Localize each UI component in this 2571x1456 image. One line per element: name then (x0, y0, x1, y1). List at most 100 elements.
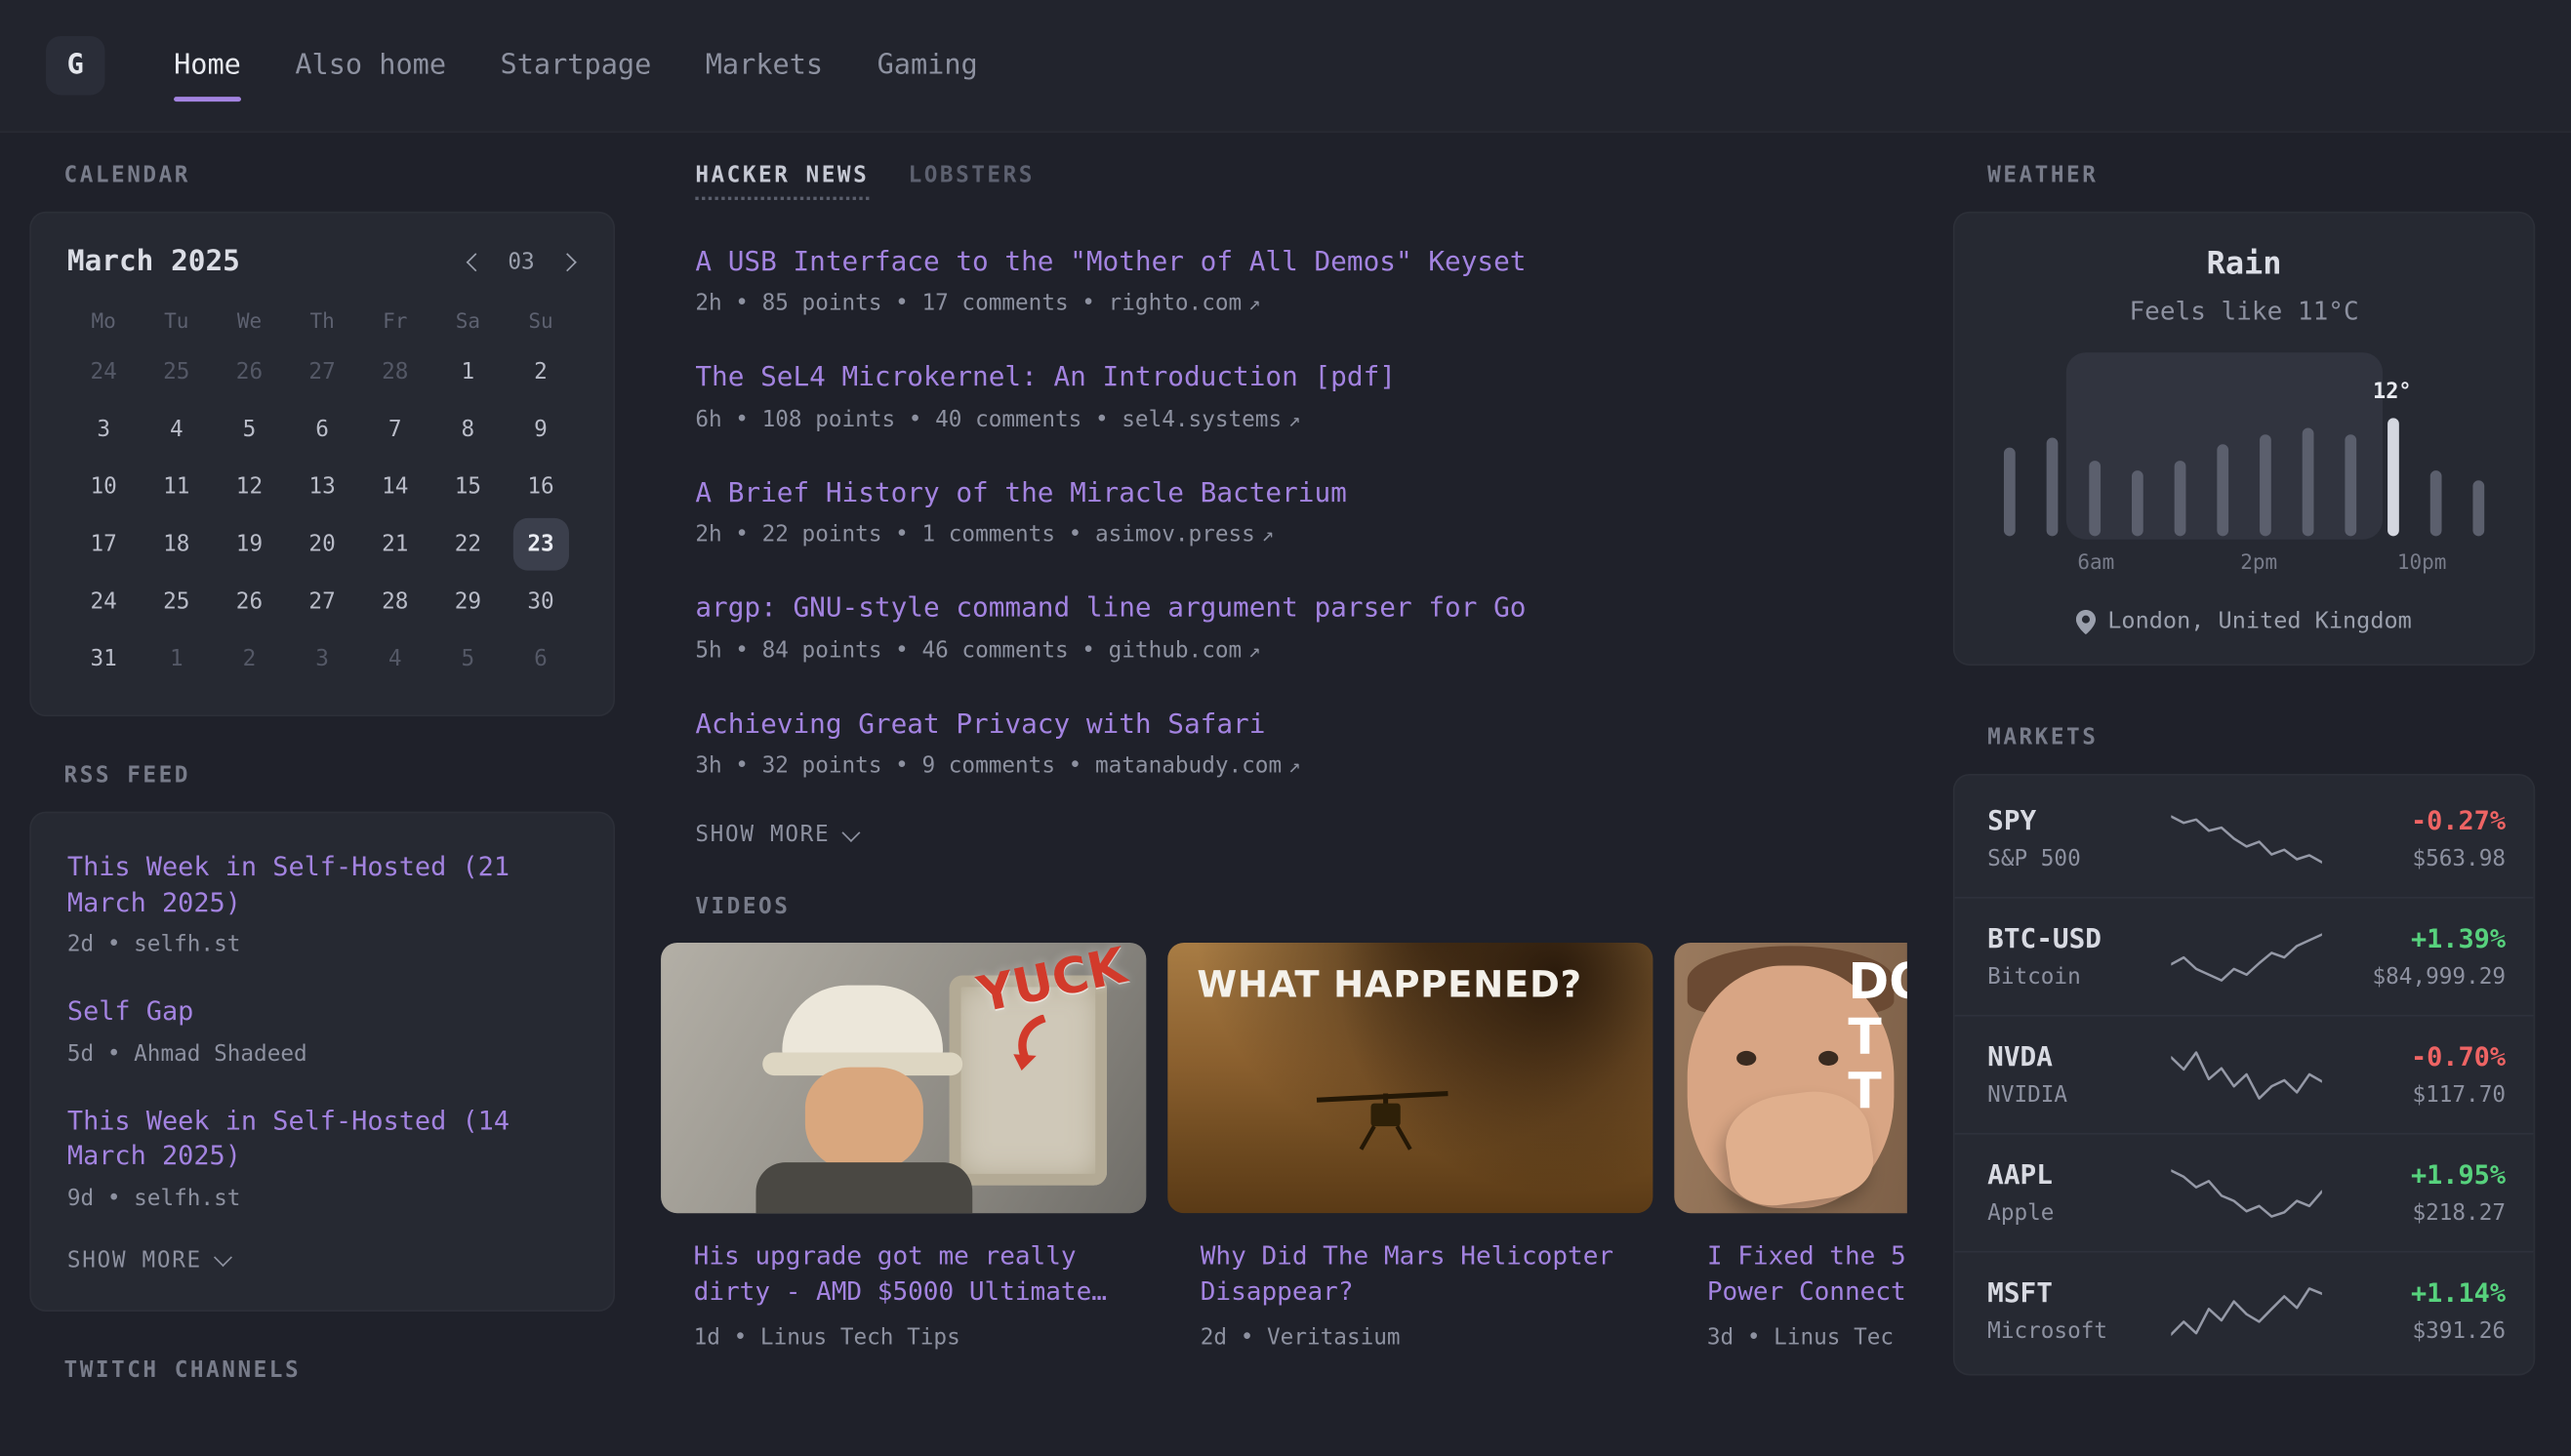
app-logo[interactable]: G (46, 36, 104, 95)
video-item: WHAT HAPPENED? Why Did The Mars Helicopt… (1167, 943, 1653, 1350)
calendar-day: 3 (295, 632, 350, 685)
nav-tab-also-home[interactable]: Also home (295, 33, 446, 99)
market-row[interactable]: MSFT Microsoft +1.14% $391.26 (1955, 1251, 2534, 1369)
market-row[interactable]: SPY S&P 500 -0.27% $563.98 (1955, 781, 2534, 897)
tab-hacker-news[interactable]: HACKER NEWS (695, 162, 869, 200)
face-shape (805, 1068, 923, 1173)
weather-bar (2132, 470, 2143, 536)
story-title[interactable]: A USB Interface to the "Mother of All De… (695, 244, 1907, 279)
market-symbol: BTC-USD (1987, 923, 2171, 954)
calendar-weekday-row: Mo Tu We Th Fr Sa Su (67, 302, 577, 345)
weather-bar (2175, 461, 2186, 536)
market-change: +1.95% (2322, 1159, 2506, 1191)
story-meta: 5h • 84 points • 46 comments • github.co… (695, 637, 1907, 664)
calendar-day: 6 (295, 403, 350, 456)
top-nav: G Home Also home Startpage Markets Gamin… (0, 0, 2571, 133)
market-symbol: NVDA (1987, 1041, 2171, 1072)
nav-tab-startpage[interactable]: Startpage (501, 33, 652, 99)
market-row[interactable]: NVDA NVIDIA -0.70% $117.70 (1955, 1015, 2534, 1133)
calendar-day: 21 (367, 518, 423, 571)
video-title[interactable]: His upgrade got me really dirty - AMD $5… (694, 1239, 1140, 1311)
nav-tab-markets[interactable]: Markets (706, 33, 823, 99)
market-change: -0.27% (2322, 805, 2506, 836)
video-thumbnail[interactable]: WHAT HAPPENED? (1167, 943, 1653, 1213)
market-price: $218.27 (2322, 1200, 2506, 1227)
news-show-more-button[interactable]: SHOW MORE (695, 822, 858, 848)
nav-tab-home[interactable]: Home (174, 33, 241, 99)
rss-item-title[interactable]: Self Gap (67, 993, 577, 1029)
external-link-icon: ↗ (1288, 406, 1301, 430)
market-row[interactable]: BTC-USD Bitcoin +1.39% $84,999.29 (1955, 897, 2534, 1015)
location-pin-icon (2076, 609, 2096, 633)
weekday-label: Fr (358, 302, 431, 345)
weather-widget: Rain Feels like 11°C 12° 6am 2pm 10pm Lo (1953, 212, 2535, 666)
calendar-day: 24 (76, 576, 132, 628)
calendar-day: 4 (367, 632, 423, 685)
video-thumbnail[interactable]: DO T T (1674, 943, 1907, 1213)
chevron-down-icon (214, 1249, 232, 1268)
calendar-day: 30 (512, 576, 568, 628)
chevron-down-icon (842, 823, 861, 841)
nav-tab-gaming[interactable]: Gaming (877, 33, 978, 99)
calendar-day-grid: 2425262728123456789101112131415161718192… (67, 345, 577, 685)
rss-item-title[interactable]: This Week in Self-Hosted (21 March 2025) (67, 849, 577, 920)
weather-times: 6am 2pm 10pm (1997, 549, 2491, 576)
calendar-day: 13 (295, 461, 350, 513)
news-tabs: HACKER NEWS LOBSTERS (661, 162, 1907, 200)
weather-time-label: 2pm (2240, 549, 2277, 574)
story-title[interactable]: The SeL4 Microkernel: An Introduction [p… (695, 360, 1907, 395)
red-arrow-icon (1005, 1015, 1051, 1071)
story-title[interactable]: Achieving Great Privacy with Safari (695, 707, 1907, 742)
external-link-icon: ↗ (1248, 291, 1261, 315)
chevron-right-icon (558, 253, 577, 271)
weather-chart: 12° (1997, 366, 2491, 537)
tab-lobsters[interactable]: LOBSTERS (909, 162, 1035, 188)
calendar-day: 24 (76, 345, 132, 398)
calendar-day: 3 (76, 403, 132, 456)
weather-time-label: 10pm (2397, 549, 2447, 574)
calendar-day: 29 (440, 576, 496, 628)
calendar-day: 8 (440, 403, 496, 456)
calendar-header: March 2025 03 (67, 246, 577, 279)
rss-widget: This Week in Self-Hosted (21 March 2025)… (29, 812, 615, 1312)
story-title[interactable]: A Brief History of the Miracle Bacterium (695, 475, 1907, 510)
calendar-day: 14 (367, 461, 423, 513)
external-link-icon: ↗ (1248, 637, 1261, 662)
weather-heading: WEATHER (1953, 162, 2535, 188)
calendar-day: 5 (440, 632, 496, 685)
calendar-next-button[interactable] (557, 253, 577, 272)
video-thumbnail[interactable]: YUCK (661, 943, 1146, 1213)
calendar-month-title: March 2025 (67, 246, 240, 279)
calendar-day: 15 (440, 461, 496, 513)
calendar-heading: CALENDAR (29, 162, 615, 188)
calendar-day: 12 (222, 461, 277, 513)
calendar-prev-button[interactable] (466, 253, 485, 272)
news-story-list: A USB Interface to the "Mother of All De… (661, 244, 1907, 848)
market-change: +1.39% (2322, 923, 2506, 954)
rss-item-title[interactable]: This Week in Self-Hosted (14 March 2025) (67, 1103, 577, 1174)
market-row[interactable]: AAPL Apple +1.95% $218.27 (1955, 1133, 2534, 1251)
markets-widget: SPY S&P 500 -0.27% $563.98 BTC-USD Bitco… (1953, 774, 2535, 1376)
news-story: Achieving Great Privacy with Safari 3h •… (695, 707, 1907, 780)
rss-item-meta: 5d • Ahmad Shadeed (67, 1040, 577, 1067)
calendar-day: 26 (222, 576, 277, 628)
markets-heading: MARKETS (1953, 725, 2535, 751)
weather-bars (1997, 366, 2491, 537)
weather-bar (2303, 427, 2314, 536)
calendar-day: 25 (148, 345, 204, 398)
thumbnail-overlay-text: DO T T (1848, 956, 1906, 1121)
video-title[interactable]: I Fixed the 5 Power Connect (1707, 1239, 1907, 1311)
sparkline-chart (2171, 811, 2322, 867)
video-item: YUCK His upgrade got me really dirty - A… (661, 943, 1146, 1350)
weather-bar (2430, 470, 2442, 536)
story-title[interactable]: argp: GNU-style command line argument pa… (695, 590, 1907, 626)
external-link-icon: ↗ (1262, 522, 1275, 546)
calendar-day: 22 (440, 518, 496, 571)
video-title[interactable]: Why Did The Mars Helicopter Disappear? (1201, 1239, 1647, 1311)
videos-row: YUCK His upgrade got me really dirty - A… (661, 943, 1907, 1350)
weekday-label: Mo (67, 302, 141, 345)
rss-show-more-button[interactable]: SHOW MORE (67, 1247, 230, 1274)
video-meta: 1d • Linus Tech Tips (694, 1324, 1147, 1351)
market-symbol: AAPL (1987, 1159, 2171, 1191)
calendar-day: 28 (367, 576, 423, 628)
